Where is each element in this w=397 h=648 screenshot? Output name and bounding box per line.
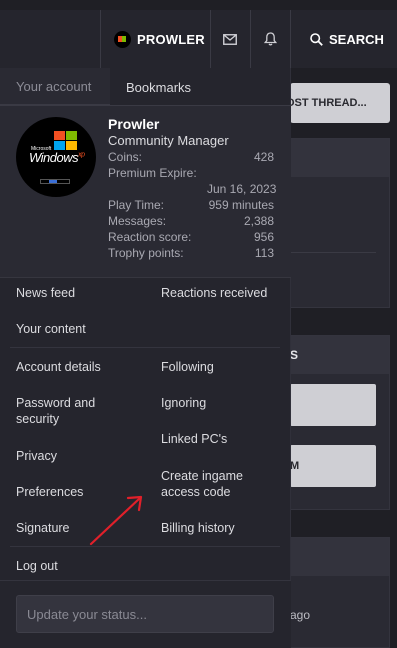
windows-flag-icon <box>54 131 78 151</box>
link-reactions-received[interactable]: Reactions received <box>161 285 267 301</box>
nav-username: PROWLER <box>137 31 205 47</box>
stat-premium-value: Jun 16, 2023 <box>207 182 277 196</box>
link-billing-history[interactable]: Billing history <box>161 520 235 536</box>
nav-separator <box>100 10 101 68</box>
post-thread-label: OST THREAD... <box>290 97 367 109</box>
search-icon <box>310 32 323 46</box>
link-privacy[interactable]: Privacy <box>16 448 57 464</box>
background-divider <box>290 252 376 253</box>
post-thread-button[interactable]: OST THREAD... <box>290 83 390 123</box>
alerts-button[interactable] <box>250 10 290 68</box>
link-log-out[interactable]: Log out <box>16 558 58 574</box>
avatar[interactable]: Microsoft Windowsxp <box>16 117 96 197</box>
link-your-content[interactable]: Your content <box>16 321 86 337</box>
background-button[interactable]: M <box>290 445 376 487</box>
annotation-arrow-icon <box>89 495 143 546</box>
link-preferences[interactable]: Preferences <box>16 484 83 500</box>
nav-separator <box>290 10 291 68</box>
link-signature[interactable]: Signature <box>16 520 70 536</box>
link-password-security[interactable]: Password and security <box>16 395 126 427</box>
link-account-details[interactable]: Account details <box>16 359 101 375</box>
menu-divider <box>10 347 280 348</box>
account-dropdown-menu: Your account Bookmarks Microsoft Windows… <box>0 68 291 648</box>
tab-bookmarks[interactable]: Bookmarks <box>110 68 210 106</box>
background-block-header <box>281 139 389 177</box>
stat-premium-label: Premium Expire: <box>108 166 197 180</box>
avatar-text-windows: Windowsxp <box>29 150 85 165</box>
stat-play-time: Play Time: 959 minutes <box>108 198 274 212</box>
avatar <box>114 30 131 48</box>
link-news-feed[interactable]: News feed <box>16 285 75 301</box>
profile-username[interactable]: Prowler <box>108 116 159 132</box>
bell-icon <box>263 32 277 46</box>
background-block-header <box>281 538 389 576</box>
conversations-button[interactable] <box>210 10 250 68</box>
link-linked-pcs[interactable]: Linked PC's <box>161 431 227 447</box>
link-create-ingame-access-code[interactable]: Create ingame access code <box>161 468 261 500</box>
search-button[interactable]: SEARCH <box>300 10 397 68</box>
profile-card: Microsoft Windowsxp Prowler Community Ma… <box>0 106 291 278</box>
menu-tabs: Your account Bookmarks <box>0 68 291 106</box>
background-timestamp: ago <box>290 608 311 622</box>
avatar-loading-bar <box>40 179 70 184</box>
link-following[interactable]: Following <box>161 359 214 375</box>
status-update-input[interactable] <box>16 595 274 633</box>
search-label: SEARCH <box>329 31 384 47</box>
stat-messages: Messages: 2,388 <box>108 214 274 228</box>
tab-your-account[interactable]: Your account <box>0 68 110 106</box>
stat-coins: Coins: 428 <box>108 150 274 164</box>
background-block-title: S <box>290 348 299 362</box>
mail-icon <box>223 33 237 45</box>
background-button[interactable] <box>290 384 376 426</box>
stat-reaction-score: Reaction score: 956 <box>108 230 274 244</box>
stat-trophy-points: Trophy points: 113 <box>108 246 274 260</box>
link-ignoring[interactable]: Ignoring <box>161 395 206 411</box>
status-update-area <box>0 580 291 648</box>
nav-user-menu-button[interactable]: PROWLER <box>110 10 210 68</box>
background-button-label: M <box>290 460 300 472</box>
profile-user-title: Community Manager <box>108 133 229 148</box>
